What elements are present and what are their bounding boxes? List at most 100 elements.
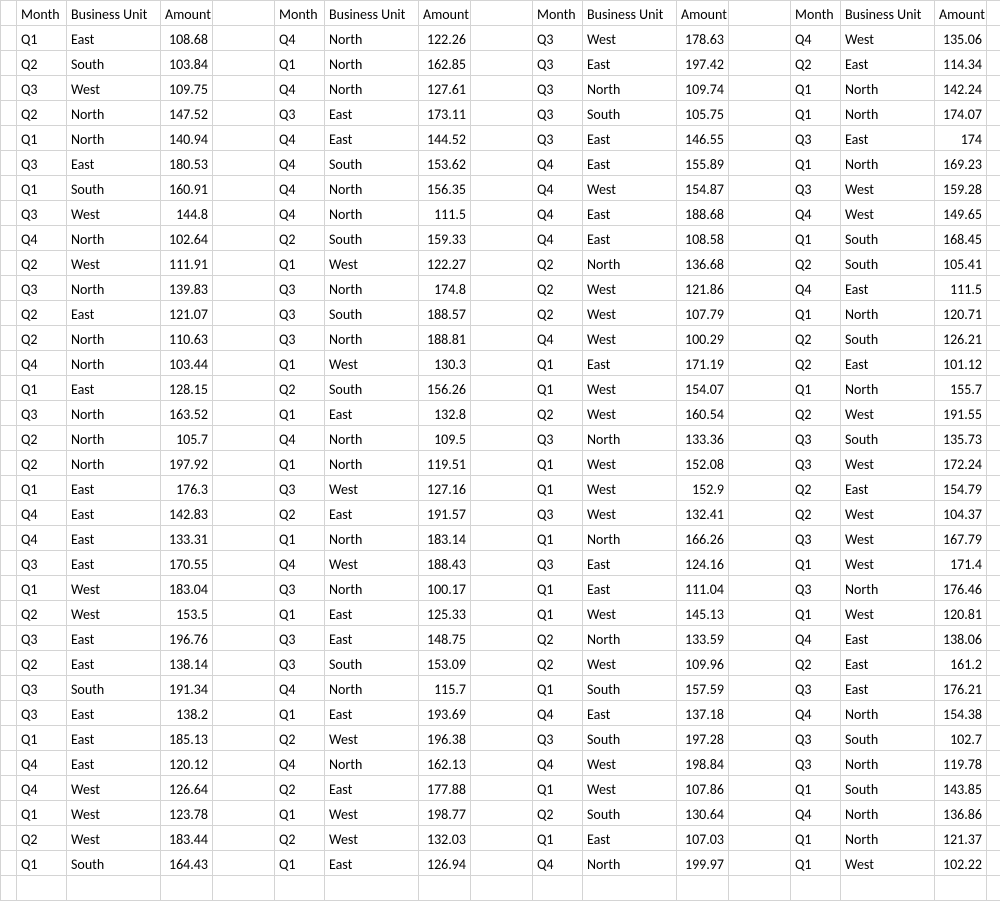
cell-amount[interactable]: 152.9 <box>677 476 729 501</box>
cell-amount[interactable]: 154.07 <box>677 376 729 401</box>
cell-month[interactable]: Q2 <box>533 401 583 426</box>
cell-month[interactable]: Q1 <box>17 126 67 151</box>
cell-business-unit[interactable]: East <box>67 501 161 526</box>
cell-month[interactable]: Q1 <box>275 451 325 476</box>
cell-amount[interactable]: 142.83 <box>161 501 213 526</box>
cell-amount[interactable]: 108.58 <box>677 226 729 251</box>
cell-business-unit[interactable]: North <box>583 426 677 451</box>
cell-month[interactable]: Q1 <box>17 576 67 601</box>
cell-month[interactable]: Q3 <box>275 576 325 601</box>
cell-amount[interactable]: 132.41 <box>677 501 729 526</box>
cell-amount[interactable]: 160.54 <box>677 401 729 426</box>
cell-business-unit[interactable]: West <box>583 601 677 626</box>
cell-business-unit[interactable]: West <box>583 776 677 801</box>
cell-month[interactable]: Q2 <box>275 376 325 401</box>
cell-amount[interactable]: 122.26 <box>419 26 471 51</box>
cell-amount[interactable]: 144.8 <box>161 201 213 226</box>
cell-amount[interactable]: 153.62 <box>419 151 471 176</box>
cell-month[interactable]: Q4 <box>791 201 841 226</box>
cell-business-unit[interactable]: North <box>325 276 419 301</box>
cell-amount[interactable]: 123.78 <box>161 801 213 826</box>
cell-amount[interactable]: 167.79 <box>935 526 987 551</box>
cell-amount[interactable]: 174.8 <box>419 276 471 301</box>
cell-amount[interactable]: 160.91 <box>161 176 213 201</box>
cell-business-unit[interactable]: North <box>841 801 935 826</box>
cell-amount[interactable]: 180.53 <box>161 151 213 176</box>
cell-month[interactable]: Q2 <box>275 776 325 801</box>
cell-business-unit[interactable]: West <box>583 376 677 401</box>
cell-amount[interactable]: 119.51 <box>419 451 471 476</box>
cell-business-unit[interactable]: East <box>583 201 677 226</box>
cell-amount[interactable]: 172.24 <box>935 451 987 476</box>
cell-business-unit[interactable]: North <box>841 76 935 101</box>
cell-amount[interactable]: 171.4 <box>935 551 987 576</box>
cell-business-unit[interactable]: East <box>325 501 419 526</box>
cell-month[interactable]: Q1 <box>17 176 67 201</box>
cell-month[interactable]: Q1 <box>533 476 583 501</box>
cell-month[interactable]: Q4 <box>791 626 841 651</box>
cell-month[interactable]: Q1 <box>275 701 325 726</box>
cell-month[interactable]: Q4 <box>533 851 583 876</box>
cell-business-unit[interactable]: South <box>325 301 419 326</box>
cell-business-unit[interactable]: East <box>841 126 935 151</box>
col-header-month[interactable]: Month <box>17 1 67 26</box>
cell-business-unit[interactable]: East <box>67 376 161 401</box>
cell-business-unit[interactable]: West <box>841 176 935 201</box>
cell-amount[interactable]: 121.86 <box>677 276 729 301</box>
cell-amount[interactable]: 176.21 <box>935 676 987 701</box>
cell-amount[interactable]: 133.31 <box>161 526 213 551</box>
cell-business-unit[interactable]: West <box>325 351 419 376</box>
cell-amount[interactable]: 111.5 <box>419 201 471 226</box>
cell-month[interactable]: Q1 <box>17 26 67 51</box>
cell-month[interactable]: Q1 <box>791 551 841 576</box>
cell-month[interactable]: Q1 <box>533 526 583 551</box>
cell-business-unit[interactable]: North <box>841 826 935 851</box>
cell-amount[interactable]: 154.79 <box>935 476 987 501</box>
cell-business-unit[interactable]: West <box>583 276 677 301</box>
cell-amount[interactable]: 136.68 <box>677 251 729 276</box>
spreadsheet-grid[interactable]: MonthBusiness UnitAmountMonthBusiness Un… <box>0 0 1000 901</box>
cell-amount[interactable]: 120.12 <box>161 751 213 776</box>
cell-month[interactable]: Q2 <box>17 251 67 276</box>
cell-amount[interactable]: 126.21 <box>935 326 987 351</box>
cell-month[interactable]: Q2 <box>533 276 583 301</box>
cell-business-unit[interactable]: East <box>841 51 935 76</box>
cell-business-unit[interactable]: West <box>583 301 677 326</box>
cell-amount[interactable]: 133.36 <box>677 426 729 451</box>
cell-amount[interactable]: 174.07 <box>935 101 987 126</box>
cell-business-unit[interactable]: North <box>325 426 419 451</box>
cell-amount[interactable]: 142.24 <box>935 76 987 101</box>
cell-amount[interactable]: 105.41 <box>935 251 987 276</box>
cell-business-unit[interactable]: West <box>583 326 677 351</box>
cell-month[interactable]: Q1 <box>275 51 325 76</box>
cell-business-unit[interactable]: North <box>583 626 677 651</box>
cell-amount[interactable]: 114.34 <box>935 51 987 76</box>
cell-month[interactable]: Q4 <box>17 526 67 551</box>
cell-month[interactable]: Q3 <box>17 626 67 651</box>
cell-month[interactable]: Q2 <box>17 601 67 626</box>
cell-business-unit[interactable]: North <box>841 151 935 176</box>
cell-month[interactable]: Q3 <box>17 201 67 226</box>
cell-amount[interactable]: 110.63 <box>161 326 213 351</box>
cell-month[interactable]: Q4 <box>17 351 67 376</box>
cell-amount[interactable]: 176.3 <box>161 476 213 501</box>
cell-amount[interactable]: 159.28 <box>935 176 987 201</box>
cell-business-unit[interactable]: North <box>67 326 161 351</box>
cell-business-unit[interactable]: East <box>583 226 677 251</box>
cell-amount[interactable]: 196.76 <box>161 626 213 651</box>
cell-business-unit[interactable]: West <box>325 251 419 276</box>
cell-business-unit[interactable]: East <box>67 751 161 776</box>
cell-month[interactable]: Q1 <box>17 726 67 751</box>
cell-month[interactable]: Q1 <box>17 851 67 876</box>
cell-month[interactable]: Q2 <box>791 501 841 526</box>
cell-business-unit[interactable]: North <box>325 676 419 701</box>
cell-business-unit[interactable]: North <box>325 451 419 476</box>
cell-business-unit[interactable]: North <box>583 251 677 276</box>
cell-month[interactable]: Q3 <box>791 726 841 751</box>
cell-amount[interactable]: 196.38 <box>419 726 471 751</box>
cell-month[interactable]: Q2 <box>791 51 841 76</box>
cell-month[interactable]: Q3 <box>275 301 325 326</box>
col-header-business-unit[interactable]: Business Unit <box>67 1 161 26</box>
cell-month[interactable]: Q3 <box>17 701 67 726</box>
cell-month[interactable]: Q2 <box>533 251 583 276</box>
